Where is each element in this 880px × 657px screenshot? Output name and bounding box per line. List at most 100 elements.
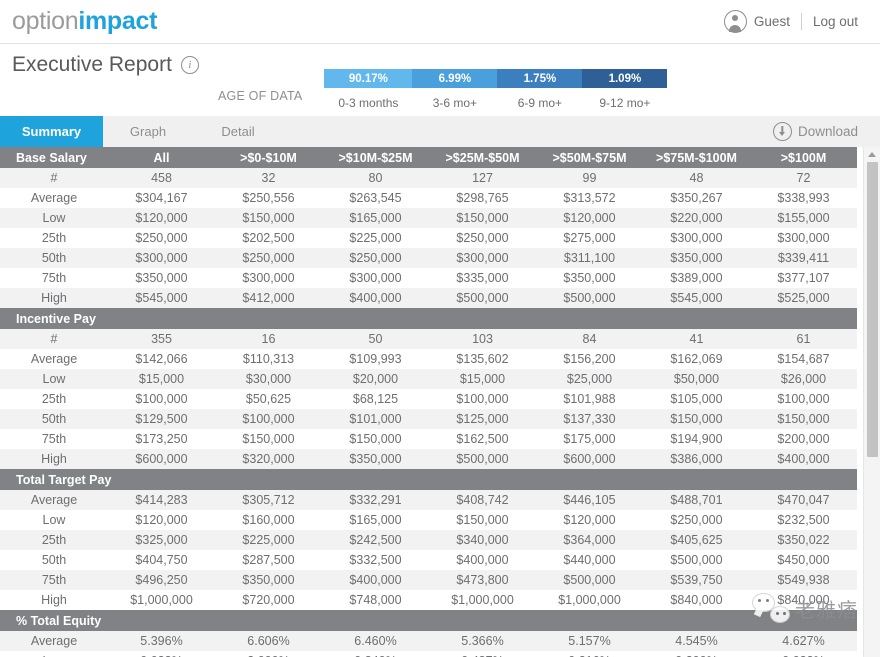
cell-1: $142,066 — [108, 349, 215, 369]
logout-button[interactable]: Log out — [813, 14, 858, 29]
info-icon[interactable]: i — [181, 56, 199, 74]
section-header-filler — [108, 308, 857, 329]
cell-6: $105,000 — [643, 389, 750, 409]
row-label: High — [0, 449, 108, 469]
column-header-3[interactable]: >$10M-$25M — [322, 147, 429, 168]
cell-4: 0.487% — [429, 651, 536, 657]
cell-6: $539,750 — [643, 570, 750, 590]
table-row: 75th$350,000$300,000$300,000$335,000$350… — [0, 268, 857, 288]
cell-6: 4.545% — [643, 631, 750, 651]
row-label: High — [0, 288, 108, 308]
row-label: Low — [0, 208, 108, 228]
table-row: 75th$173,250$150,000$150,000$162,500$175… — [0, 429, 857, 449]
table-row: Low$120,000$160,000$165,000$150,000$120,… — [0, 510, 857, 530]
cell-1: 355 — [108, 329, 215, 349]
section-title: Incentive Pay — [0, 308, 108, 329]
cell-3: $225,000 — [322, 228, 429, 248]
cell-5: $120,000 — [536, 208, 643, 228]
row-label: 75th — [0, 268, 108, 288]
cell-6: $250,000 — [643, 510, 750, 530]
cell-4: $162,500 — [429, 429, 536, 449]
cell-1: $325,000 — [108, 530, 215, 550]
cell-7: $470,047 — [750, 490, 857, 510]
section-header-filler — [108, 610, 857, 631]
cell-3: $68,125 — [322, 389, 429, 409]
cell-2: $225,000 — [215, 530, 322, 550]
section-header-row: Incentive Pay — [0, 308, 857, 329]
cell-5: $311,100 — [536, 248, 643, 268]
cell-4: $135,602 — [429, 349, 536, 369]
cell-5: $137,330 — [536, 409, 643, 429]
age-caption-1: 0-3 months — [324, 96, 412, 110]
cell-4: 103 — [429, 329, 536, 349]
cell-6: $545,000 — [643, 288, 750, 308]
row-label: 25th — [0, 228, 108, 248]
cell-2: $110,313 — [215, 349, 322, 369]
cell-3: $242,500 — [322, 530, 429, 550]
cell-7: 61 — [750, 329, 857, 349]
cell-3: $165,000 — [322, 510, 429, 530]
cell-1: $300,000 — [108, 248, 215, 268]
row-label: Low — [0, 651, 108, 657]
cell-1: $404,750 — [108, 550, 215, 570]
age-segment-4: 1.09% — [582, 69, 667, 88]
row-label: 50th — [0, 248, 108, 268]
cell-7: $200,000 — [750, 429, 857, 449]
cell-3: $332,500 — [322, 550, 429, 570]
age-of-data-label: AGE OF DATA — [218, 69, 302, 103]
cell-7: $840,000 — [750, 590, 857, 610]
cell-4: $150,000 — [429, 208, 536, 228]
table-row: High$545,000$412,000$400,000$500,000$500… — [0, 288, 857, 308]
age-segment-1: 90.17% — [324, 69, 412, 88]
cell-5: $156,200 — [536, 349, 643, 369]
cell-2: $150,000 — [215, 429, 322, 449]
cell-7: $549,938 — [750, 570, 857, 590]
cell-4: $400,000 — [429, 550, 536, 570]
cell-4: 127 — [429, 168, 536, 188]
section-header-row: Base SalaryAll>$0-$10M>$10M-$25M>$25M-$5… — [0, 147, 857, 168]
section-title: Base Salary — [0, 147, 108, 168]
column-header-4[interactable]: >$25M-$50M — [429, 147, 536, 168]
cell-6: $386,000 — [643, 449, 750, 469]
table-row: 50th$129,500$100,000$101,000$125,000$137… — [0, 409, 857, 429]
age-of-data-segments: 90.17%6.99%1.75%1.09% — [324, 69, 667, 88]
cell-4: $150,000 — [429, 510, 536, 530]
cell-3: $748,000 — [322, 590, 429, 610]
row-label: Average — [0, 490, 108, 510]
cell-1: $545,000 — [108, 288, 215, 308]
cell-7: $154,687 — [750, 349, 857, 369]
cell-6: $488,701 — [643, 490, 750, 510]
cell-7: $450,000 — [750, 550, 857, 570]
download-label: Download — [798, 124, 858, 139]
cell-7: $232,500 — [750, 510, 857, 530]
column-header-1[interactable]: All — [108, 147, 215, 168]
cell-2: $150,000 — [215, 208, 322, 228]
cell-2: 6.606% — [215, 631, 322, 651]
brand-logo[interactable]: optionimpact — [12, 7, 157, 36]
tab-summary[interactable]: Summary — [0, 116, 103, 147]
scroll-up-arrow-icon[interactable] — [868, 152, 876, 157]
cell-5: $364,000 — [536, 530, 643, 550]
cell-1: $1,000,000 — [108, 590, 215, 610]
column-header-7[interactable]: >$100M — [750, 147, 857, 168]
column-header-6[interactable]: >$75M-$100M — [643, 147, 750, 168]
row-label: # — [0, 168, 108, 188]
table-row: High$600,000$320,000$350,000$500,000$600… — [0, 449, 857, 469]
table-row: Average5.396%6.606%6.460%5.366%5.157%4.5… — [0, 631, 857, 651]
age-segment-3: 1.75% — [497, 69, 582, 88]
cell-7: $339,411 — [750, 248, 857, 268]
download-button[interactable]: Download — [773, 116, 858, 147]
row-label: 25th — [0, 389, 108, 409]
cell-2: $250,000 — [215, 248, 322, 268]
tab-detail[interactable]: Detail — [193, 116, 283, 147]
column-header-5[interactable]: >$50M-$75M — [536, 147, 643, 168]
table-row: Average$304,167$250,556$263,545$298,765$… — [0, 188, 857, 208]
scrollbar-thumb[interactable] — [867, 162, 878, 457]
table-scrollbar[interactable] — [863, 147, 880, 657]
cell-2: $100,000 — [215, 409, 322, 429]
age-caption-4: 9-12 mo+ — [582, 96, 667, 110]
cell-5: $101,988 — [536, 389, 643, 409]
tab-graph[interactable]: Graph — [103, 116, 193, 147]
column-header-2[interactable]: >$0-$10M — [215, 147, 322, 168]
table-row: #4583280127994872 — [0, 168, 857, 188]
